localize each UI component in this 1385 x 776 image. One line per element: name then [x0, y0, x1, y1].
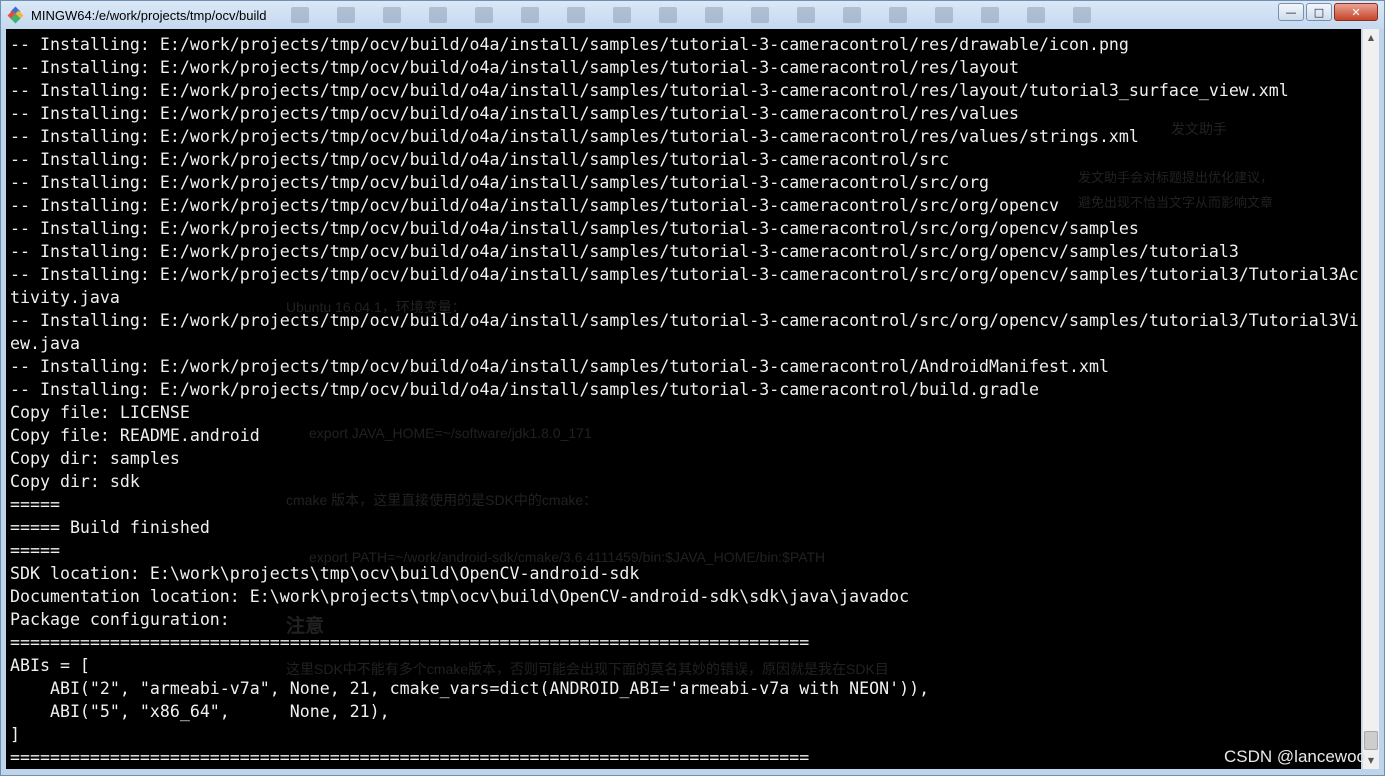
- terminal-line: Copy file: README.android: [10, 426, 260, 445]
- terminal-line: -- Installing: E:/work/projects/tmp/ocv/…: [10, 58, 1020, 77]
- title-bar[interactable]: MINGW64:/e/work/projects/tmp/ocv/build —…: [1, 1, 1384, 29]
- ghost-toolbar-icon: [567, 7, 585, 23]
- ghost-toolbar-icon: [429, 7, 447, 23]
- csdn-watermark: CSDN @lancewoo: [1224, 747, 1366, 766]
- terminal-line: =====: [10, 495, 60, 514]
- terminal-output[interactable]: 发文助手 发文助手会对标题提出优化建议， 避免出现不恰当文字从而影响文章 Ubu…: [6, 29, 1361, 769]
- vertical-scrollbar[interactable]: ▲ ▼: [1362, 29, 1379, 769]
- terminal-line: ABIs = [: [10, 656, 90, 675]
- terminal-line: Copy dir: samples: [10, 449, 180, 468]
- terminal-line: -- Installing: E:/work/projects/tmp/ocv/…: [10, 196, 1059, 215]
- ghost-toolbar-icon: [521, 7, 539, 23]
- ghost-toolbar-icon: [659, 7, 677, 23]
- terminal-line: ]: [10, 725, 20, 744]
- terminal-line: -- Installing: E:/work/projects/tmp/ocv/…: [10, 357, 1109, 376]
- ghost-toolbar-icon: [291, 7, 309, 23]
- ghost-toolbar-icon: [981, 7, 999, 23]
- window-controls: — □ ✕: [1278, 3, 1378, 21]
- terminal-line: ew.java: [10, 334, 80, 353]
- ghost-toolbar-icon: [337, 7, 355, 23]
- terminal-line: ========================================…: [10, 633, 810, 652]
- terminal-line: SDK location: E:\work\projects\tmp\ocv\b…: [10, 564, 640, 583]
- ghost-toolbar-icon: [1073, 7, 1091, 23]
- terminal-line: Copy file: LICENSE: [10, 403, 190, 422]
- scrollbar-thumb[interactable]: [1364, 731, 1378, 750]
- window-title: MINGW64:/e/work/projects/tmp/ocv/build: [31, 7, 267, 23]
- close-button[interactable]: ✕: [1334, 3, 1378, 21]
- terminal-line: ABI("5", "x86_64", None, 21),: [10, 702, 390, 721]
- ghost-toolbar-icon: [751, 7, 769, 23]
- mingw-diamond-icon: [7, 6, 24, 24]
- ghost-toolbar-icon: [797, 7, 815, 23]
- terminal-line: -- Installing: E:/work/projects/tmp/ocv/…: [10, 127, 1139, 146]
- terminal-line: -- Installing: E:/work/projects/tmp/ocv/…: [10, 173, 990, 192]
- terminal-line: -- Installing: E:/work/projects/tmp/ocv/…: [10, 311, 1359, 330]
- ghost-toolbar-icon: [383, 7, 401, 23]
- ghost-toolbar-icon: [475, 7, 493, 23]
- terminal-line: -- Installing: E:/work/projects/tmp/ocv/…: [10, 81, 1289, 100]
- terminal-line: -- Installing: E:/work/projects/tmp/ocv/…: [10, 219, 1139, 238]
- terminal-line: =====: [10, 541, 60, 560]
- terminal-line: -- Installing: E:/work/projects/tmp/ocv/…: [10, 380, 1039, 399]
- minimize-button[interactable]: —: [1278, 3, 1304, 21]
- terminal-text: -- Installing: E:/work/projects/tmp/ocv/…: [10, 33, 1359, 769]
- terminal-line: ABI("2", "armeabi-v7a", None, 21, cmake_…: [10, 679, 930, 698]
- terminal-line: ===== Build finished: [10, 518, 210, 537]
- terminal-line: -- Installing: E:/work/projects/tmp/ocv/…: [10, 104, 1020, 123]
- terminal-line: Copy dir: sdk: [10, 472, 140, 491]
- terminal-line: Documentation location: E:\work\projects…: [10, 587, 910, 606]
- terminal-line: tivity.java: [10, 288, 120, 307]
- terminal-line: -- Installing: E:/work/projects/tmp/ocv/…: [10, 242, 1239, 261]
- terminal-line: Package configuration:: [10, 610, 230, 629]
- terminal-line: -- Installing: E:/work/projects/tmp/ocv/…: [10, 150, 950, 169]
- ghost-toolbar-icon: [843, 7, 861, 23]
- ghost-toolbar-icon: [889, 7, 907, 23]
- ghost-toolbar-icon: [1027, 7, 1045, 23]
- scroll-up-arrow-icon[interactable]: ▲: [1363, 29, 1379, 46]
- terminal-window: MINGW64:/e/work/projects/tmp/ocv/build —…: [0, 0, 1385, 776]
- ghost-toolbar-icon: [935, 7, 953, 23]
- background-editor-toolbar: [291, 7, 1091, 23]
- maximize-button[interactable]: □: [1306, 3, 1332, 21]
- terminal-line: -- Installing: E:/work/projects/tmp/ocv/…: [10, 265, 1359, 284]
- ghost-toolbar-icon: [613, 7, 631, 23]
- ghost-toolbar-icon: [705, 7, 723, 23]
- terminal-line: ========================================…: [10, 748, 810, 767]
- terminal-line: -- Installing: E:/work/projects/tmp/ocv/…: [10, 35, 1129, 54]
